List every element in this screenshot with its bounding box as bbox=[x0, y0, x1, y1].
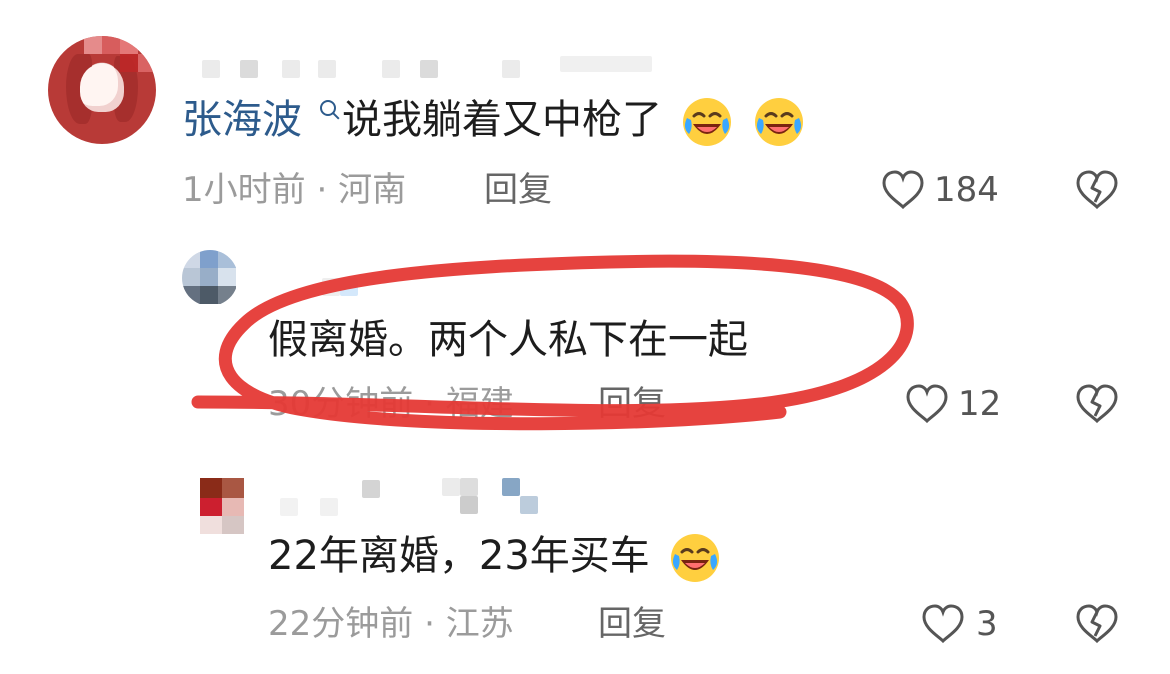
avatar[interactable] bbox=[182, 250, 238, 306]
like-count: 3 bbox=[976, 604, 998, 644]
comment-meta: 22分钟前 · 江苏 bbox=[268, 604, 514, 644]
heart-icon[interactable] bbox=[880, 168, 926, 212]
heart-icon[interactable] bbox=[904, 382, 950, 426]
comment-meta: 30分钟前 · 福建 bbox=[268, 384, 514, 424]
broken-heart-icon[interactable] bbox=[1074, 168, 1120, 212]
like-count: 184 bbox=[934, 170, 999, 210]
broken-heart-icon[interactable] bbox=[1074, 602, 1120, 646]
broken-heart-icon[interactable] bbox=[1074, 382, 1120, 426]
mention-username[interactable]: 张海波 bbox=[182, 92, 302, 148]
reply-button[interactable]: 回复 bbox=[598, 382, 666, 426]
avatar[interactable] bbox=[48, 36, 156, 144]
heart-icon[interactable] bbox=[920, 602, 966, 646]
comment-meta: 1小时前 · 河南 bbox=[182, 170, 407, 210]
reply-button[interactable]: 回复 bbox=[484, 168, 552, 212]
comment-text: 22年离婚，23年买车 bbox=[268, 528, 723, 586]
reply-button[interactable]: 回复 bbox=[598, 602, 666, 646]
laughing-crying-emoji-icon bbox=[755, 98, 804, 146]
comment-thread: 张海波 说我躺着又中枪了 1小时前 · 河南 回复 184 假离婚。两个人私下在… bbox=[0, 0, 1170, 674]
laughing-crying-emoji-icon bbox=[670, 534, 719, 582]
comment-text: 假离婚。两个人私下在一起 bbox=[268, 317, 748, 363]
comment-text: 说我躺着又中枪了 bbox=[342, 92, 807, 150]
laughing-crying-emoji-icon bbox=[682, 98, 731, 146]
avatar[interactable] bbox=[200, 478, 244, 534]
like-count: 12 bbox=[958, 384, 1002, 424]
search-icon[interactable] bbox=[320, 100, 336, 116]
